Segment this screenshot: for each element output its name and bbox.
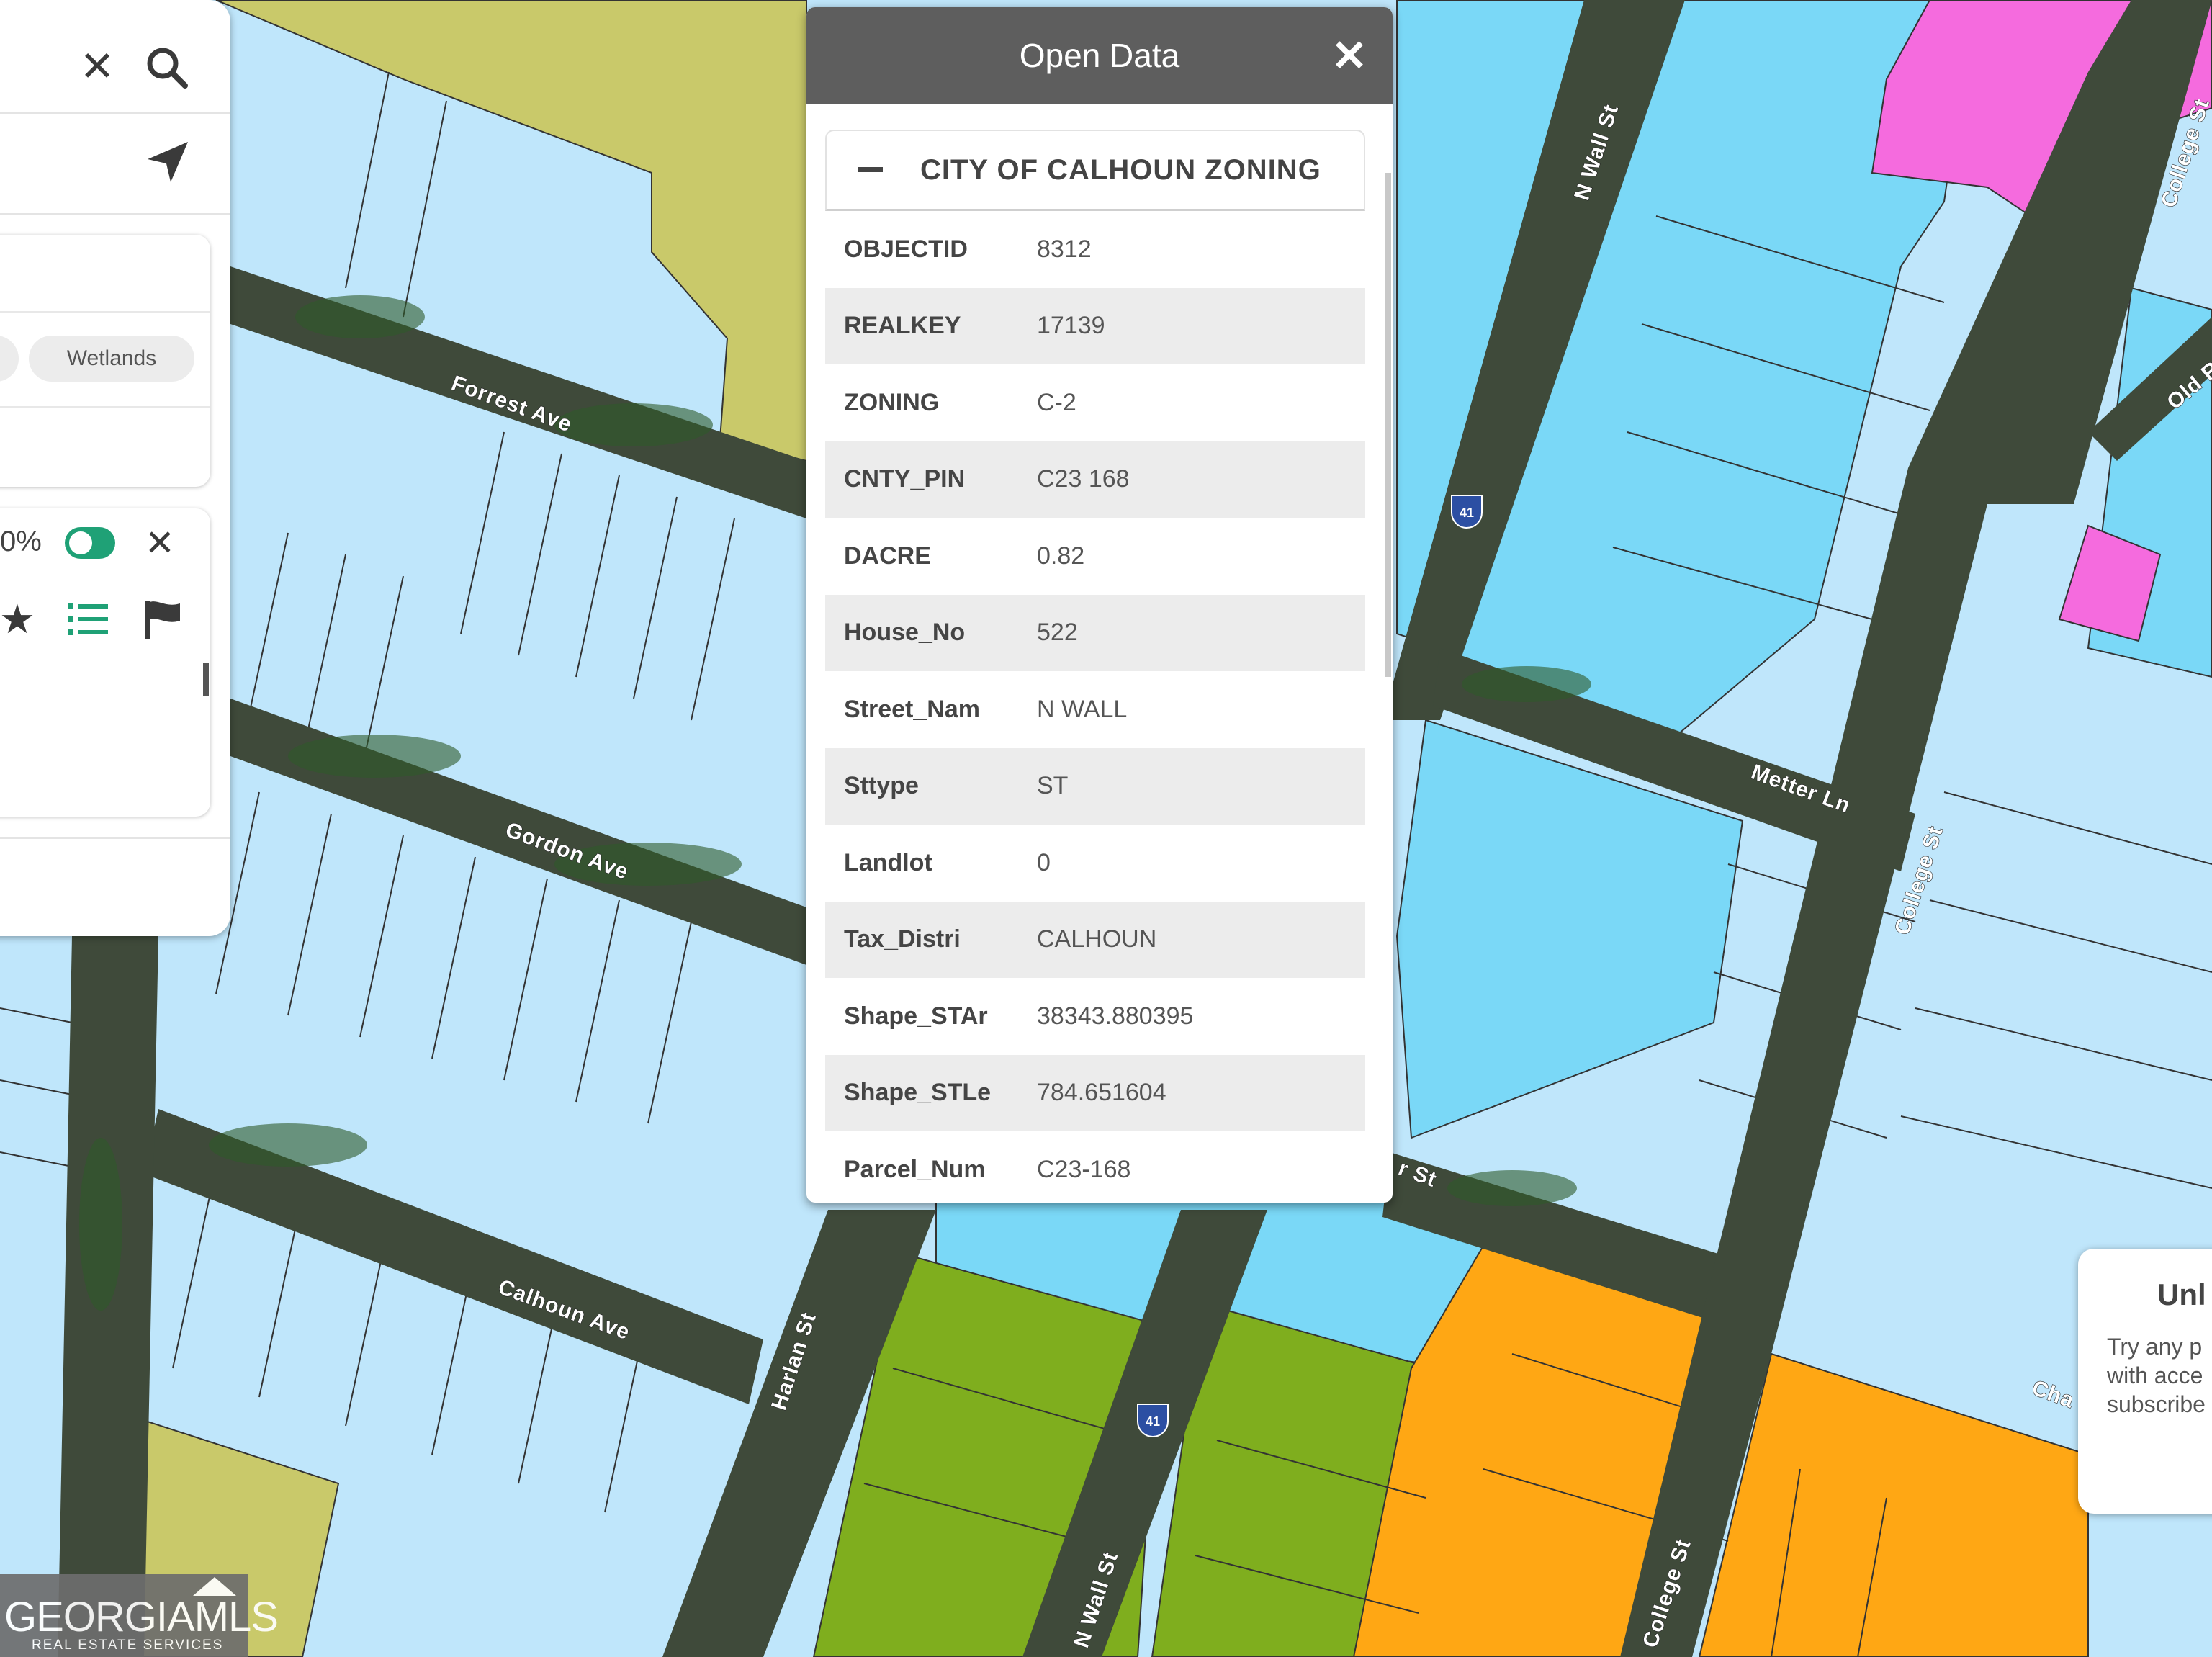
attribute-value: 17139 bbox=[1037, 312, 1105, 340]
attribute-value: 38343.880395 bbox=[1037, 1002, 1194, 1030]
panel-scroll-handle[interactable] bbox=[203, 663, 209, 696]
locate-arrow-icon[interactable] bbox=[143, 137, 193, 187]
attribute-row: OBJECTID 8312 bbox=[825, 211, 1365, 288]
opacity-text: 0% bbox=[0, 526, 42, 557]
attribute-key: Parcel_Num bbox=[844, 1155, 986, 1183]
attribute-row: Landlot 0 bbox=[825, 825, 1365, 902]
logo-brand: GEORGIAMLS bbox=[4, 1594, 279, 1640]
attribute-key: DACRE bbox=[844, 542, 931, 570]
attribute-value: C-2 bbox=[1037, 388, 1076, 416]
popup-title: Open Data bbox=[1019, 37, 1180, 74]
attribute-key: Street_Nam bbox=[844, 695, 980, 723]
left-side-panel: ✕ Wetlands 0% ✕ ★ bbox=[0, 0, 230, 936]
route-shield-bottom: 41 bbox=[1137, 1404, 1169, 1437]
attribute-value: C23-168 bbox=[1037, 1155, 1131, 1183]
georgia-mls-logo: GEORGIAMLS REAL ESTATE SERVICES bbox=[0, 1574, 279, 1657]
search-icon[interactable] bbox=[138, 39, 196, 96]
attribute-key: Sttype bbox=[844, 772, 919, 800]
attribute-row: DACRE 0.82 bbox=[825, 518, 1365, 595]
logo-tagline: REAL ESTATE SERVICES bbox=[32, 1638, 224, 1653]
star-icon[interactable]: ★ bbox=[0, 598, 39, 641]
panel-divider bbox=[0, 837, 230, 839]
attribute-value: 0.82 bbox=[1037, 542, 1085, 570]
attribute-value: 8312 bbox=[1037, 235, 1092, 263]
popup-body: CITY OF CALHOUN ZONING OBJECTID 8312 REAL… bbox=[825, 130, 1365, 1203]
attribute-row: CNTY_PIN C23 168 bbox=[825, 441, 1365, 518]
attribute-row: ZONING C-2 bbox=[825, 364, 1365, 441]
chip-wetlands[interactable]: Wetlands bbox=[29, 336, 194, 382]
attribute-value: C23 168 bbox=[1037, 465, 1130, 493]
panel-divider bbox=[0, 112, 230, 114]
attribute-value: ST bbox=[1037, 772, 1069, 800]
close-icon[interactable]: ✕ bbox=[72, 42, 122, 92]
flag-icon[interactable] bbox=[141, 598, 184, 641]
toggle-knob bbox=[69, 531, 92, 554]
popup-header: Open Data ✕ bbox=[806, 7, 1393, 104]
attribute-key: Shape_STLe bbox=[844, 1079, 992, 1107]
attribute-row: Tax_Distri CALHOUN bbox=[825, 901, 1365, 978]
attribute-row: REALKEY 17139 bbox=[825, 287, 1365, 364]
section-title: CITY OF CALHOUN ZONING bbox=[920, 153, 1321, 186]
layer-filter-card: Wetlands bbox=[0, 235, 210, 487]
popup-close-icon[interactable]: ✕ bbox=[1328, 35, 1371, 78]
legend-list-icon[interactable] bbox=[66, 598, 109, 641]
attribute-key: Shape_STAr bbox=[844, 1002, 988, 1030]
attribute-key: OBJECTID bbox=[844, 235, 968, 263]
panel-divider bbox=[0, 213, 230, 215]
collapse-minus-icon[interactable] bbox=[858, 167, 883, 172]
layer-control-card: 0% ✕ ★ bbox=[0, 508, 210, 817]
route-shield-top: 41 bbox=[1451, 495, 1483, 529]
attribute-row: Parcel_Num C23-168 bbox=[825, 1131, 1365, 1203]
section-header[interactable]: CITY OF CALHOUN ZONING bbox=[825, 130, 1365, 211]
attribute-row: Street_Nam N WALL bbox=[825, 671, 1365, 748]
attribute-key: Landlot bbox=[844, 848, 932, 876]
layer-visibility-toggle[interactable] bbox=[65, 527, 115, 559]
remove-layer-icon[interactable]: ✕ bbox=[138, 521, 181, 565]
svg-text:41: 41 bbox=[1460, 506, 1474, 520]
card-divider bbox=[0, 311, 210, 313]
attribute-row: Shape_STLe 784.651604 bbox=[825, 1054, 1365, 1131]
attribute-table: OBJECTID 8312 REALKEY 17139 ZONING C-2 CNTY… bbox=[825, 211, 1365, 1203]
subscription-promo-card[interactable]: Unl Try any p with acce subscribe bbox=[2078, 1249, 2212, 1514]
promo-text: Try any p with acce subscribe bbox=[2107, 1334, 2206, 1417]
attribute-value: 0 bbox=[1037, 848, 1051, 876]
attribute-row: Sttype ST bbox=[825, 747, 1365, 825]
card-divider bbox=[0, 406, 210, 408]
attribute-row: Shape_STAr 38343.880395 bbox=[825, 978, 1365, 1055]
attribute-value: N WALL bbox=[1037, 695, 1128, 723]
attribute-row: House_No 522 bbox=[825, 594, 1365, 671]
open-data-popup: Open Data ✕ CITY OF CALHOUN ZONING OBJEC… bbox=[806, 7, 1393, 1203]
chip-partial[interactable] bbox=[0, 336, 19, 382]
promo-title: Unl bbox=[2157, 1277, 2206, 1311]
attribute-value: CALHOUN bbox=[1037, 925, 1157, 953]
attribute-key: REALKEY bbox=[844, 312, 961, 340]
attribute-key: ZONING bbox=[844, 388, 940, 416]
attribute-value: 784.651604 bbox=[1037, 1079, 1166, 1107]
attribute-key: House_No bbox=[844, 619, 966, 647]
svg-text:41: 41 bbox=[1146, 1414, 1160, 1429]
popup-scrollbar[interactable] bbox=[1385, 173, 1391, 677]
attribute-key: Tax_Distri bbox=[844, 925, 961, 953]
attribute-key: CNTY_PIN bbox=[844, 465, 966, 493]
attribute-value: 522 bbox=[1037, 619, 1078, 647]
